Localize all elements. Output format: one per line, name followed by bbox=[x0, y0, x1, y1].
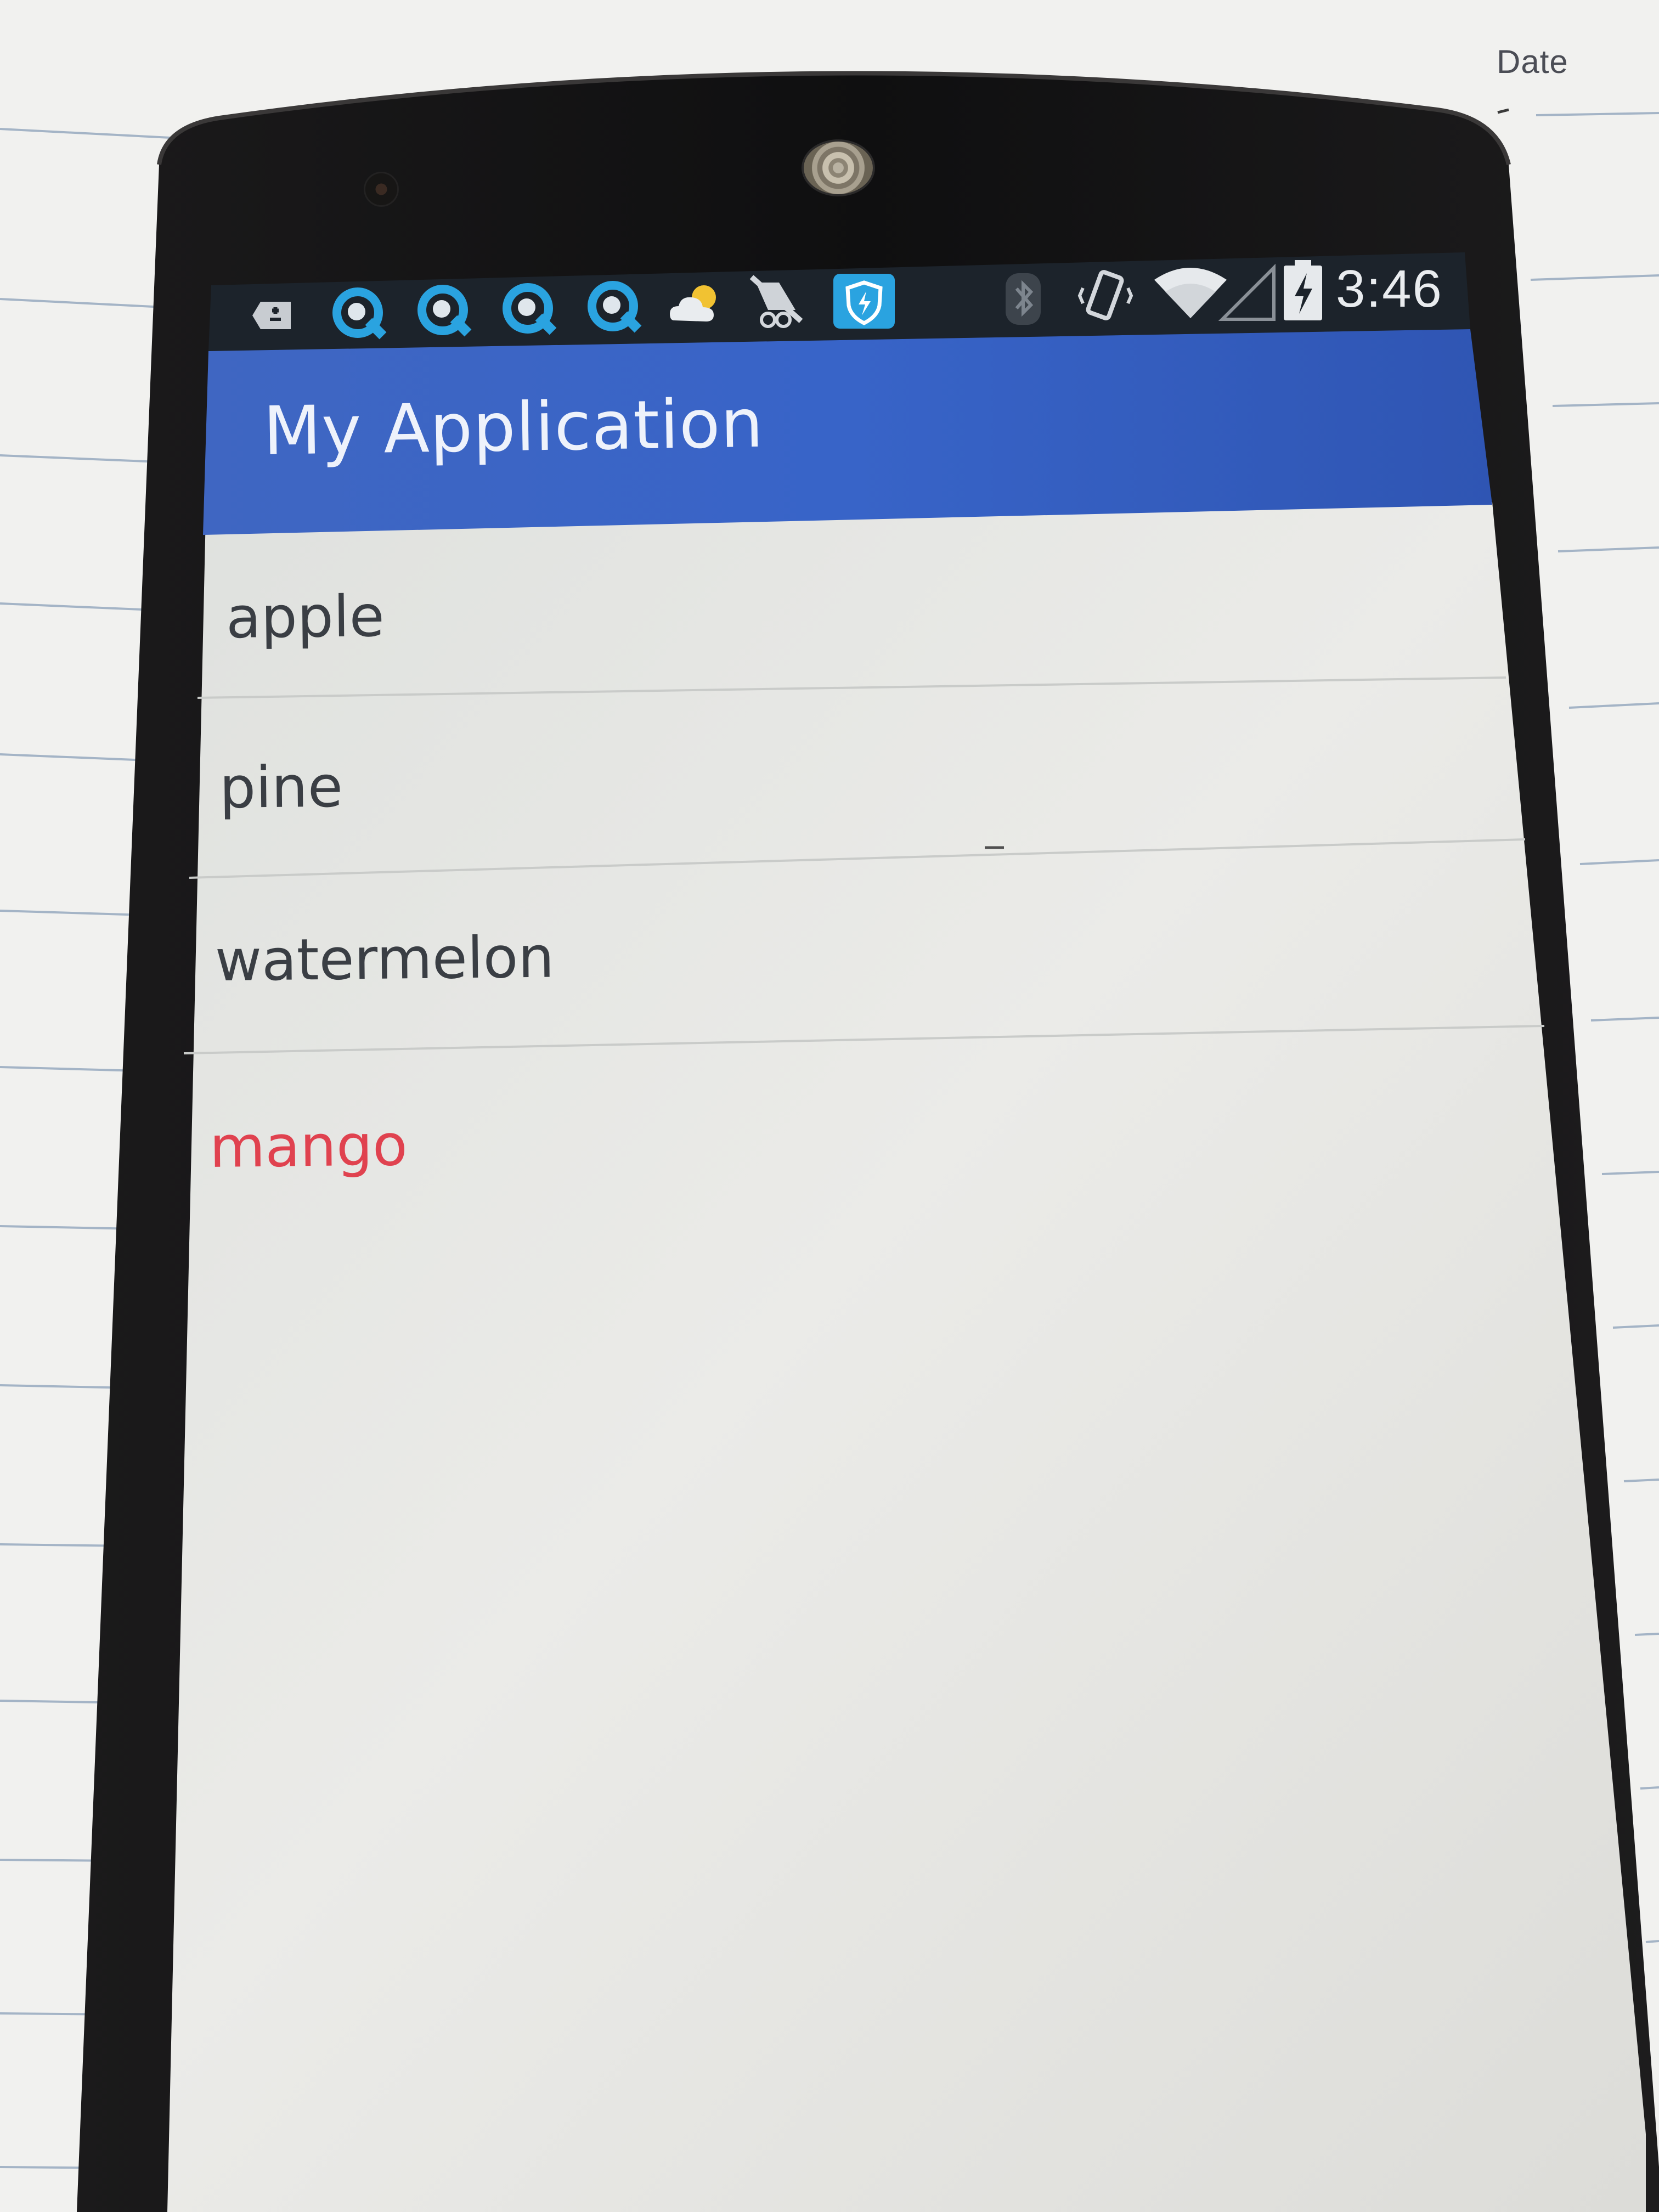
weather-icon bbox=[670, 285, 716, 321]
list-item-mango[interactable]: mango bbox=[209, 1111, 408, 1181]
status-time: 3:46 bbox=[1336, 259, 1443, 318]
list-item-pine[interactable]: pine bbox=[219, 753, 343, 821]
wifi-icon bbox=[1154, 268, 1227, 318]
app-icon bbox=[749, 275, 803, 328]
signal-icon bbox=[1218, 263, 1276, 321]
vibrate-icon bbox=[1077, 270, 1133, 320]
screen-surface bbox=[167, 252, 1646, 2212]
phone-screen: 3:46 My Application apple pine watermelo… bbox=[0, 0, 1659, 2212]
list-item-apple[interactable]: apple bbox=[225, 583, 385, 651]
app-notification-icon bbox=[588, 281, 642, 333]
shield-icon bbox=[833, 274, 895, 329]
app-notification-icon bbox=[503, 283, 557, 335]
app-notification-icon bbox=[417, 285, 472, 337]
app-title: My Application bbox=[262, 384, 764, 470]
battery-charging-icon bbox=[1284, 260, 1322, 320]
app-notification-icon bbox=[332, 287, 387, 340]
list-item-watermelon[interactable]: watermelon bbox=[215, 924, 554, 994]
messaging-icon bbox=[252, 302, 291, 329]
bluetooth-icon bbox=[1006, 273, 1041, 325]
